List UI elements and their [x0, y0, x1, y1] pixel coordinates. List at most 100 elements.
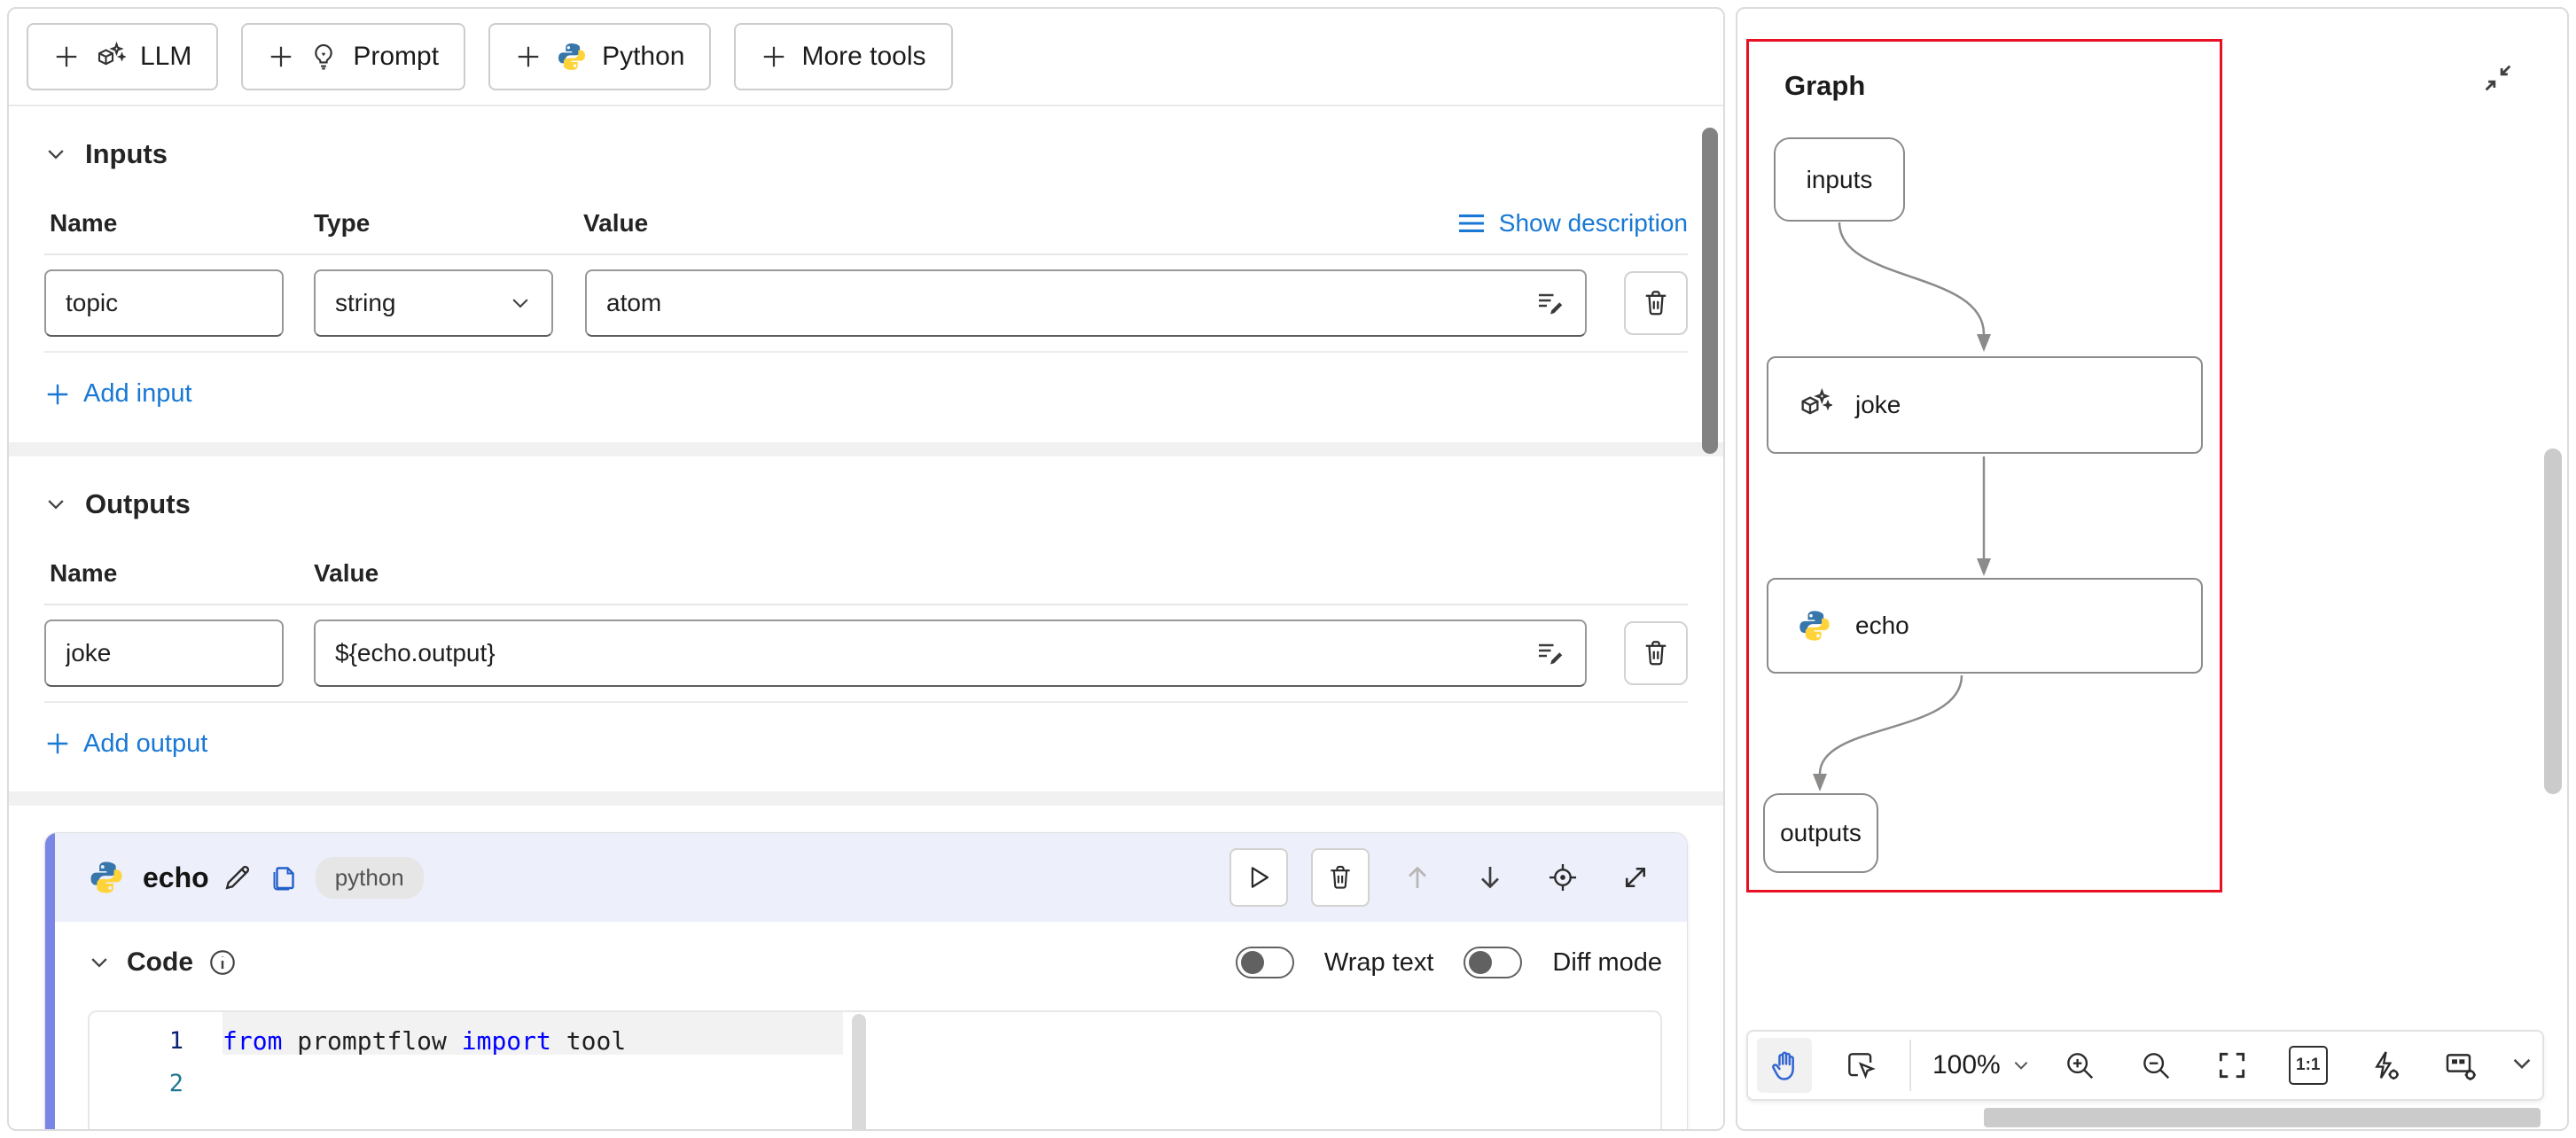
- toolbar-divider: [1909, 1040, 1911, 1091]
- input-type-value: string: [335, 289, 395, 317]
- edit-multiline-icon[interactable]: [1525, 278, 1574, 328]
- diff-mode-toggle[interactable]: [1464, 947, 1522, 978]
- move-node-down-button[interactable]: [1465, 853, 1515, 902]
- copy-node-button[interactable]: [261, 854, 307, 900]
- code-editor-scrollbar[interactable]: [852, 1014, 866, 1129]
- graph-panel: Graph inputs joke: [1736, 7, 2569, 1131]
- move-node-up-button[interactable]: [1393, 853, 1442, 902]
- plus-icon: [761, 43, 787, 70]
- promptflow-editor: LLM Prompt Python More tools: [0, 0, 2576, 1138]
- graph-title: Graph: [1784, 70, 1865, 102]
- column-header-value: Value: [314, 559, 1688, 588]
- play-icon: [1244, 862, 1274, 892]
- edit-multiline-icon[interactable]: [1525, 628, 1574, 678]
- pan-tool-button[interactable]: [1757, 1038, 1812, 1093]
- node-actions: [1229, 848, 1660, 907]
- chevron-down-icon[interactable]: [44, 143, 67, 166]
- node-accent-bar: [45, 833, 55, 1129]
- graph-node-outputs[interactable]: outputs: [1763, 793, 1878, 873]
- pencil-icon: [221, 861, 254, 894]
- line-number: 2: [90, 1070, 222, 1097]
- one-to-one-icon: 1:1: [2289, 1046, 2328, 1085]
- output-row: [44, 605, 1688, 703]
- add-llm-button[interactable]: LLM: [27, 23, 218, 90]
- add-prompt-button[interactable]: Prompt: [241, 23, 465, 90]
- zoom-out-button[interactable]: [2128, 1038, 2183, 1093]
- add-output-label: Add output: [83, 729, 207, 759]
- chevron-down-icon: [2011, 1056, 2031, 1075]
- tool-button-label: More tools: [801, 42, 925, 72]
- add-python-button[interactable]: Python: [488, 23, 711, 90]
- select-tool-button[interactable]: [1833, 1038, 1888, 1093]
- run-node-button[interactable]: [1229, 848, 1288, 907]
- graph-toolbar: 100% 1:1: [1746, 1030, 2544, 1101]
- tool-button-label: Prompt: [353, 42, 439, 72]
- wrap-text-toggle[interactable]: [1236, 947, 1294, 978]
- graph-vertical-scrollbar[interactable]: [2544, 448, 2562, 794]
- show-description-label: Show description: [1499, 209, 1688, 238]
- rename-node-button[interactable]: [215, 854, 261, 900]
- delete-node-button[interactable]: [1311, 848, 1370, 907]
- graph-node-joke[interactable]: joke: [1767, 356, 2203, 454]
- graph-horizontal-scrollbar[interactable]: [1984, 1108, 2541, 1127]
- python-icon: [1797, 608, 1832, 643]
- expand-node-button[interactable]: [1611, 853, 1660, 902]
- add-input-link[interactable]: Add input: [44, 379, 192, 409]
- chevron-down-icon[interactable]: [44, 493, 67, 516]
- show-description-link[interactable]: Show description: [1456, 209, 1688, 238]
- toolbar-more-chevron[interactable]: [2510, 1051, 2534, 1080]
- chevron-down-icon: [509, 292, 532, 315]
- left-panel-vertical-scrollbar[interactable]: [1702, 128, 1718, 454]
- echo-node-card: echo python: [44, 832, 1688, 1129]
- flow-editor-panel: LLM Prompt Python More tools: [7, 7, 1725, 1131]
- info-icon[interactable]: [207, 947, 238, 978]
- diff-mode-label: Diff mode: [1552, 948, 1662, 978]
- more-tools-button[interactable]: More tools: [734, 23, 952, 90]
- input-value-field[interactable]: [606, 289, 1525, 317]
- zoom-in-button[interactable]: [2052, 1038, 2107, 1093]
- chevron-down-icon[interactable]: [88, 951, 111, 974]
- fit-view-button[interactable]: [2205, 1038, 2260, 1093]
- plus-icon: [268, 43, 294, 70]
- llm-icon: [1797, 387, 1832, 423]
- collapse-graph-button[interactable]: [2480, 60, 2516, 100]
- actual-size-button[interactable]: 1:1: [2281, 1038, 2336, 1093]
- section-separator: [9, 442, 1723, 456]
- delete-input-button[interactable]: [1624, 271, 1688, 335]
- output-value-field[interactable]: [335, 639, 1525, 667]
- input-name-field[interactable]: [66, 289, 262, 317]
- section-separator: [9, 791, 1723, 806]
- graph-node-label: outputs: [1780, 819, 1862, 847]
- zoom-level-dropdown[interactable]: 100%: [1932, 1050, 2031, 1080]
- graph-node-echo[interactable]: echo: [1767, 578, 2203, 674]
- node-title: echo: [143, 861, 209, 894]
- plus-icon: [53, 43, 80, 70]
- zoom-in-icon: [2063, 1048, 2096, 1082]
- flash-settings-icon: [2368, 1048, 2401, 1082]
- line-number: 1: [90, 1027, 222, 1055]
- layout-settings-button[interactable]: [2433, 1038, 2488, 1093]
- graph-node-inputs[interactable]: inputs: [1774, 137, 1905, 222]
- input-type-select[interactable]: string: [314, 269, 553, 337]
- lightbulb-icon: [308, 42, 339, 72]
- inputs-section: Inputs Name Type Value Show description …: [9, 106, 1723, 442]
- graph-node-label: inputs: [1807, 166, 1873, 194]
- inputs-section-title: Inputs: [85, 138, 168, 170]
- delete-output-button[interactable]: [1624, 621, 1688, 685]
- llm-icon: [94, 41, 126, 73]
- locate-icon: [1546, 861, 1580, 894]
- arrow-down-icon: [1474, 861, 1506, 893]
- run-settings-button[interactable]: [2357, 1038, 2412, 1093]
- add-tools-toolbar: LLM Prompt Python More tools: [9, 9, 1723, 106]
- add-output-link[interactable]: Add output: [44, 729, 207, 759]
- copy-icon: [268, 861, 300, 893]
- node-type-badge: python: [316, 857, 424, 899]
- code-editor[interactable]: 1 from promptflow import tool 2: [88, 1010, 1662, 1129]
- trash-icon: [1640, 287, 1672, 319]
- trash-icon: [1640, 637, 1672, 669]
- locate-node-button[interactable]: [1538, 853, 1588, 902]
- output-name-field[interactable]: [66, 639, 262, 667]
- input-row: string: [44, 255, 1688, 353]
- select-cursor-icon: [1844, 1048, 1877, 1082]
- outputs-section-title: Outputs: [85, 488, 191, 520]
